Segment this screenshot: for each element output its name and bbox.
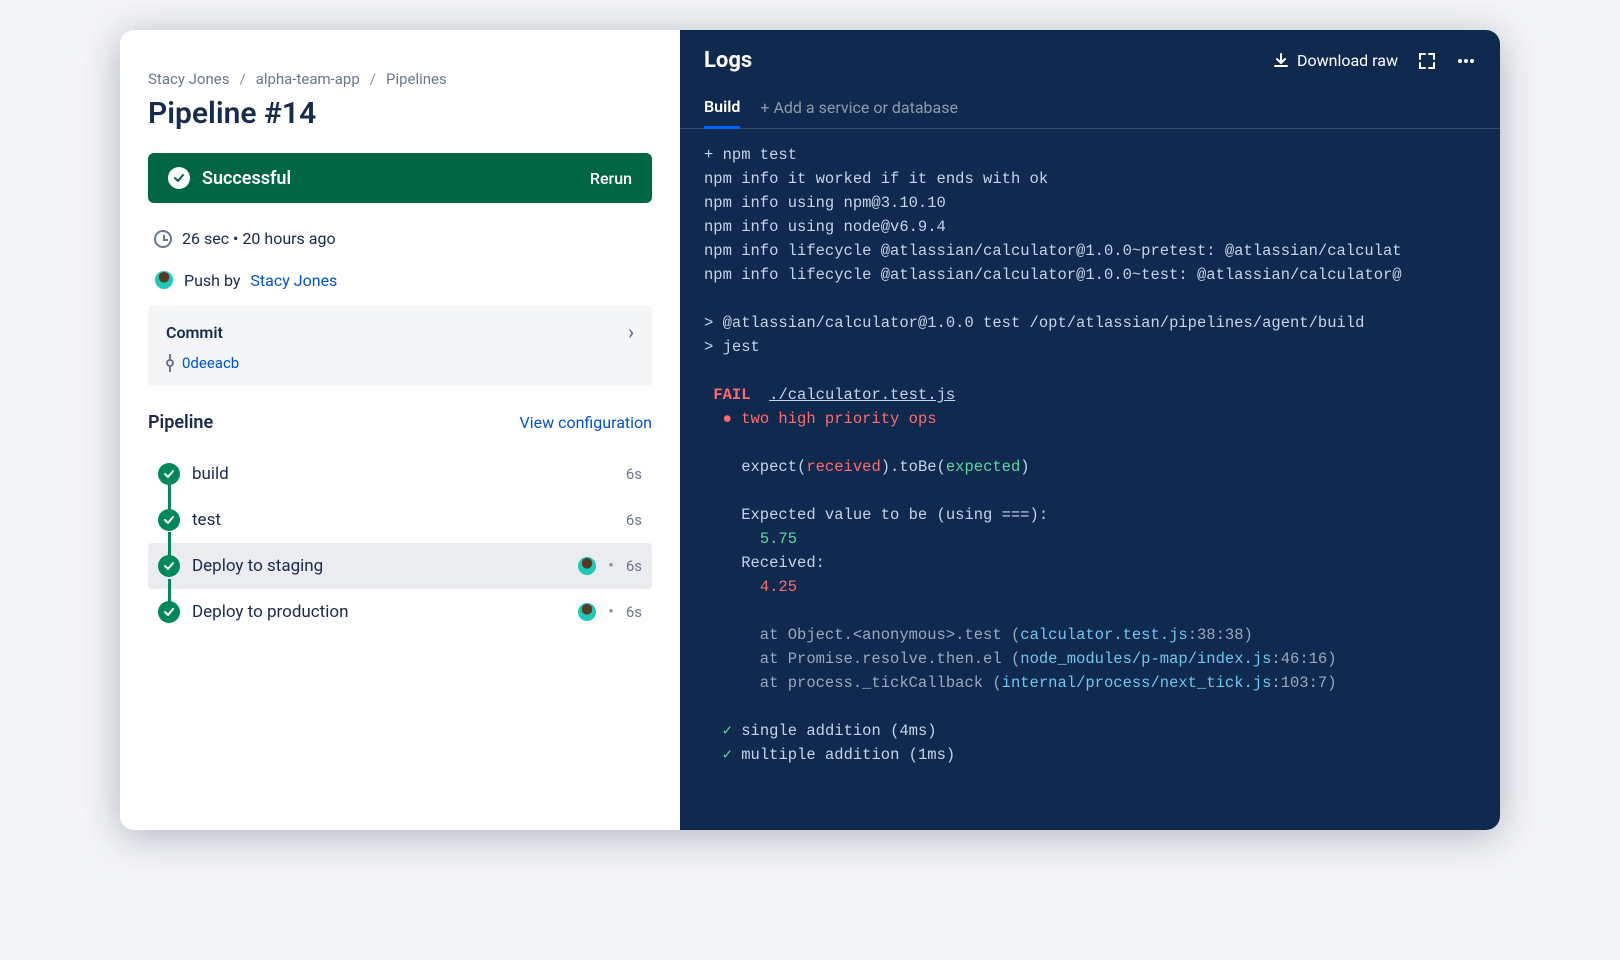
log-line: npm info it worked if it ends with ok xyxy=(704,167,1476,191)
log-line: npm info lifecycle @atlassian/calculator… xyxy=(704,239,1476,263)
log-line: > jest xyxy=(704,335,1476,359)
log-line: ✓ multiple addition (1ms) xyxy=(704,743,1476,767)
breadcrumb: Stacy Jones / alpha-team-app / Pipelines xyxy=(148,70,652,88)
logs-header: Logs Download raw xyxy=(680,30,1500,87)
view-configuration-link[interactable]: View configuration xyxy=(520,413,652,432)
commit-heading: Commit xyxy=(166,323,223,342)
chevron-right-icon xyxy=(628,320,634,344)
pipeline-section-header: Pipeline View configuration xyxy=(148,412,652,433)
commit-box[interactable]: Commit 0deeacb xyxy=(148,306,652,386)
step-duration: 6s xyxy=(626,511,642,529)
breadcrumb-user[interactable]: Stacy Jones xyxy=(148,70,229,88)
duration-row: 26 sec • 20 hours ago xyxy=(148,223,652,254)
log-line: npm info lifecycle @atlassian/calculator… xyxy=(704,263,1476,287)
step-duration: 6s xyxy=(626,603,642,621)
check-icon xyxy=(158,463,180,485)
clock-icon xyxy=(154,230,172,248)
download-icon xyxy=(1273,53,1289,69)
step-duration: 6s xyxy=(626,557,642,575)
author-link[interactable]: Stacy Jones xyxy=(250,271,337,290)
log-line: npm info using npm@3.10.10 xyxy=(704,191,1476,215)
step-label: test xyxy=(192,510,614,530)
log-line: ● two high priority ops xyxy=(704,407,1476,431)
push-by-label: Push by xyxy=(184,271,240,290)
log-output[interactable]: + npm testnpm info it worked if it ends … xyxy=(680,129,1500,830)
logs-title: Logs xyxy=(704,48,1253,73)
log-line: ✓ single addition (4ms) xyxy=(704,719,1476,743)
status-banner: Successful Rerun xyxy=(148,153,652,203)
log-line: FAIL ./calculator.test.js xyxy=(704,383,1476,407)
avatar xyxy=(154,270,174,290)
pipeline-step[interactable]: build 6s xyxy=(148,451,652,497)
log-line xyxy=(704,695,1476,719)
author-row: Push by Stacy Jones xyxy=(148,264,652,296)
breadcrumb-sep: / xyxy=(239,70,245,88)
check-icon xyxy=(158,509,180,531)
log-line xyxy=(704,359,1476,383)
pipeline-step[interactable]: Deploy to staging • 6s xyxy=(148,543,652,589)
log-line: at process._tickCallback (internal/proce… xyxy=(704,671,1476,695)
commit-hash: 0deeacb xyxy=(182,354,239,372)
log-line xyxy=(704,599,1476,623)
duration-text: 26 sec • 20 hours ago xyxy=(182,229,336,248)
check-icon xyxy=(158,601,180,623)
logs-panel: Logs Download raw Build + Add a service … xyxy=(680,30,1500,830)
log-line: 4.25 xyxy=(704,575,1476,599)
commit-hash-row[interactable]: 0deeacb xyxy=(166,354,634,372)
download-raw-label: Download raw xyxy=(1297,51,1398,70)
pipeline-detail-panel: Stacy Jones / alpha-team-app / Pipelines… xyxy=(120,30,680,830)
tab-build[interactable]: Build xyxy=(704,87,740,129)
commit-icon xyxy=(166,359,174,367)
breadcrumb-sep: / xyxy=(370,70,376,88)
expand-icon[interactable] xyxy=(1418,52,1436,70)
pipeline-step[interactable]: test 6s xyxy=(148,497,652,543)
log-line: 5.75 xyxy=(704,527,1476,551)
step-label: build xyxy=(192,464,614,484)
download-raw-button[interactable]: Download raw xyxy=(1273,51,1398,70)
step-duration: 6s xyxy=(626,465,642,483)
log-line: Received: xyxy=(704,551,1476,575)
log-line: expect(received).toBe(expected) xyxy=(704,455,1476,479)
log-line xyxy=(704,287,1476,311)
log-line: at Promise.resolve.then.el (node_modules… xyxy=(704,647,1476,671)
tab-add-service[interactable]: + Add a service or database xyxy=(760,88,958,127)
avatar xyxy=(578,557,596,575)
check-icon xyxy=(168,167,190,189)
separator-dot: • xyxy=(608,556,614,576)
check-icon xyxy=(158,555,180,577)
pipeline-step[interactable]: Deploy to production • 6s xyxy=(148,589,652,635)
page-title: Pipeline #14 xyxy=(148,96,652,131)
more-icon[interactable] xyxy=(1456,51,1476,71)
status-label: Successful xyxy=(202,168,291,189)
log-line xyxy=(704,431,1476,455)
breadcrumb-repo[interactable]: alpha-team-app xyxy=(256,70,360,88)
separator-dot: • xyxy=(608,602,614,622)
log-line: at Object.<anonymous>.test (calculator.t… xyxy=(704,623,1476,647)
log-line: npm info using node@v6.9.4 xyxy=(704,215,1476,239)
log-line: > @atlassian/calculator@1.0.0 test /opt/… xyxy=(704,311,1476,335)
step-label: Deploy to staging xyxy=(192,556,566,576)
rerun-button[interactable]: Rerun xyxy=(590,169,632,188)
breadcrumb-section[interactable]: Pipelines xyxy=(386,70,447,88)
log-line: + npm test xyxy=(704,143,1476,167)
pipeline-heading: Pipeline xyxy=(148,412,213,433)
log-line xyxy=(704,479,1476,503)
logs-tabs: Build + Add a service or database xyxy=(680,87,1500,129)
pipeline-steps: build6stest6sDeploy to staging•6sDeploy … xyxy=(148,451,652,635)
avatar xyxy=(578,603,596,621)
step-label: Deploy to production xyxy=(192,602,566,622)
app-window: Stacy Jones / alpha-team-app / Pipelines… xyxy=(120,30,1500,830)
log-line: Expected value to be (using ===): xyxy=(704,503,1476,527)
